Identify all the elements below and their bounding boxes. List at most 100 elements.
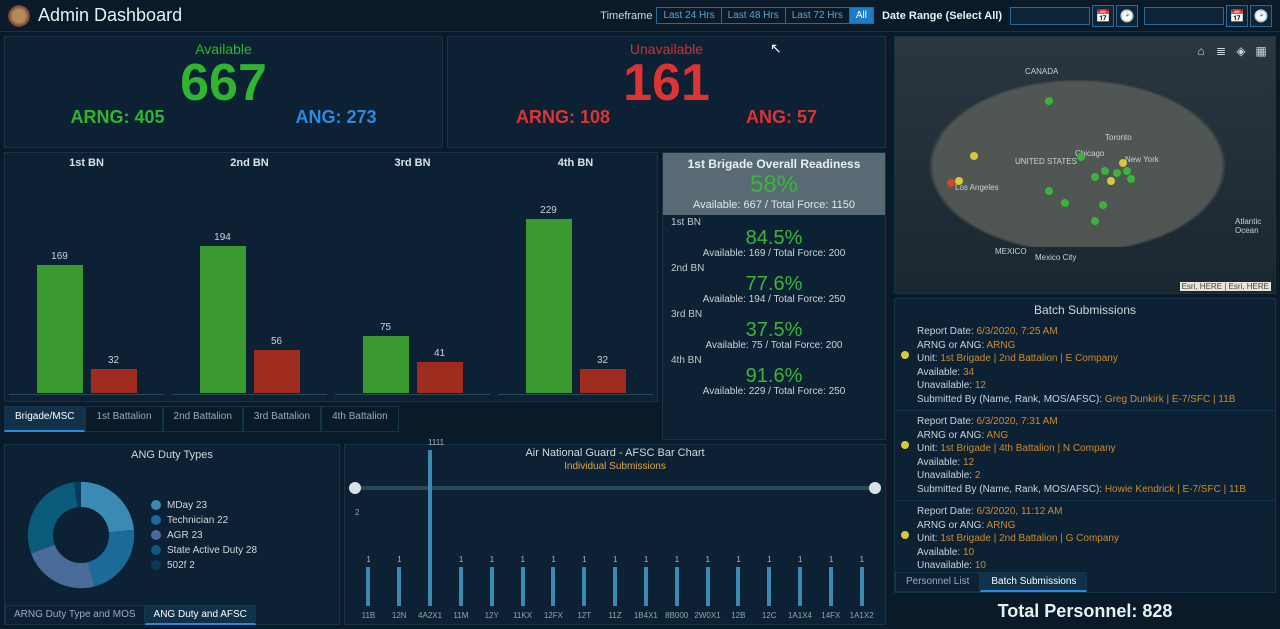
afsc-xlabel: 1A1X4 [785, 611, 816, 620]
map-point-icon[interactable] [1119, 159, 1127, 167]
legend-item: Technician 22 [151, 515, 333, 526]
status-dot-icon [901, 441, 909, 449]
legend-item: MDay 23 [151, 500, 333, 511]
donut-panel: ANG Duty Types MDay 23 Technician 22 AGR… [4, 444, 340, 625]
time-icon[interactable]: 🕑 [1116, 5, 1138, 27]
afsc-bar [767, 567, 771, 606]
afsc-xlabel: 12C [754, 611, 785, 620]
donut-tabs: ARNG Duty Type and MOSANG Duty and AFSC [5, 605, 339, 625]
map-credit: Esri, HERE | Esri, HERE [1180, 282, 1271, 291]
timeframe-label: Timeframe [600, 10, 652, 22]
app-logo-icon [8, 5, 30, 27]
map-point-icon[interactable] [1077, 153, 1085, 161]
batch-submission-item[interactable]: Report Date: 6/3/2020, 7:31 AM ARNG or A… [895, 411, 1275, 501]
map-point-icon[interactable] [1091, 217, 1099, 225]
date-range-start-input[interactable] [1010, 7, 1090, 25]
donut-tab[interactable]: ARNG Duty Type and MOS [5, 605, 145, 625]
batch-title: Batch Submissions [895, 299, 1275, 321]
date-range-end-input[interactable] [1144, 7, 1224, 25]
map-point-icon[interactable] [1113, 169, 1121, 177]
map-point-icon[interactable] [1099, 201, 1107, 209]
donut-slice [81, 482, 134, 533]
calendar-icon[interactable]: 📅 [1092, 5, 1114, 27]
map-point-icon[interactable] [955, 177, 963, 185]
unavailable-value: 161 [448, 57, 885, 109]
available-arng: ARNG: 405 [70, 107, 164, 128]
afsc-xlabel: 2W0X1 [692, 611, 723, 620]
bar: 56 [254, 350, 300, 393]
afsc-xlabel: 1B4X1 [630, 611, 661, 620]
map-label: Mexico City [1035, 253, 1076, 262]
legend-swatch-icon [151, 515, 161, 525]
afsc-bar [829, 567, 833, 606]
afsc-xlabel: 12B [723, 611, 754, 620]
map-panel[interactable]: ⌂ ≣ ◈ ▦ CANADAUNITED STATESTorontoChicag… [894, 36, 1276, 294]
battalion-tab[interactable]: 3rd Battalion [243, 406, 321, 432]
donut-slice [31, 545, 94, 589]
batch-submission-item[interactable]: Report Date: 6/3/2020, 7:25 AM ARNG or A… [895, 321, 1275, 411]
battalion-tab[interactable]: 2nd Battalion [163, 406, 243, 432]
legend-item: AGR 23 [151, 530, 333, 541]
map-point-icon[interactable] [1101, 167, 1109, 175]
top-bar: Admin Dashboard Timeframe Last 24 HrsLas… [0, 0, 1280, 32]
afsc-xlabel: 11Z [600, 611, 631, 620]
timeframe-button[interactable]: Last 72 Hrs [786, 8, 850, 23]
right-panel-tab[interactable]: Personnel List [895, 572, 980, 592]
bn-facet-title: 1st BN [5, 157, 168, 169]
afsc-bar [521, 567, 525, 606]
calendar-icon[interactable]: 📅 [1226, 5, 1248, 27]
legend-icon[interactable]: ≣ [1213, 43, 1229, 59]
bar: 75 [363, 336, 409, 393]
afsc-bar [551, 567, 555, 606]
map-point-icon[interactable] [1127, 175, 1135, 183]
bn-facet-title: 4th BN [494, 157, 657, 169]
map-point-icon[interactable] [947, 179, 955, 187]
map-point-icon[interactable] [1061, 199, 1069, 207]
timeframe-button[interactable]: All [850, 8, 873, 23]
afsc-xlabel: 8B000 [661, 611, 692, 620]
afsc-xlabel: 14FX [815, 611, 846, 620]
available-ang: ANG: 273 [295, 107, 376, 128]
map-label: MEXICO [995, 247, 1027, 256]
bar: 32 [91, 369, 137, 393]
readiness-row: 3rd BN 37.5% Available: 75 / Total Force… [663, 307, 885, 353]
map-point-icon[interactable] [1045, 187, 1053, 195]
map-label: CANADA [1025, 67, 1058, 76]
readiness-percent: 58% [669, 171, 879, 199]
available-panel: Available 667 ARNG: 405 ANG: 273 [4, 36, 443, 148]
donut-tab[interactable]: ANG Duty and AFSC [145, 605, 256, 625]
afsc-bar [736, 567, 740, 606]
map-point-icon[interactable] [1091, 173, 1099, 181]
map-label: New York [1125, 155, 1159, 164]
time-icon[interactable]: 🕑 [1250, 5, 1272, 27]
afsc-bar [397, 567, 401, 606]
total-personnel: Total Personnel: 828 [894, 597, 1276, 625]
right-panel-tab[interactable]: Batch Submissions [980, 572, 1087, 592]
afsc-bar [798, 567, 802, 606]
battalion-tab[interactable]: 1st Battalion [85, 406, 162, 432]
batch-submission-item[interactable]: Report Date: 6/3/2020, 11:12 AM ARNG or … [895, 501, 1275, 572]
afsc-xlabel: 12Y [476, 611, 507, 620]
right-tabs: Personnel ListBatch Submissions [895, 572, 1275, 592]
map-point-icon[interactable] [1123, 167, 1131, 175]
battalion-tabs: Brigade/MSC1st Battalion2nd Battalion3rd… [4, 406, 658, 432]
unavailable-panel: Unavailable 161 ARNG: 108 ANG: 57 [447, 36, 886, 148]
basemap-icon[interactable]: ▦ [1253, 43, 1269, 59]
map-point-icon[interactable] [1107, 177, 1115, 185]
map-point-icon[interactable] [1045, 97, 1053, 105]
afsc-bar [366, 567, 370, 606]
afsc-bar [644, 567, 648, 606]
home-icon[interactable]: ⌂ [1193, 43, 1209, 59]
readiness-row: 1st BN 84.5% Available: 169 / Total Forc… [663, 215, 885, 261]
map-point-icon[interactable] [970, 152, 978, 160]
battalion-tab[interactable]: 4th Battalion [321, 406, 399, 432]
afsc-xlabel: 1A1X2 [846, 611, 877, 620]
timeframe-button[interactable]: Last 48 Hrs [722, 8, 786, 23]
bar: 194 [200, 246, 246, 393]
legend-swatch-icon [151, 545, 161, 555]
layers-icon[interactable]: ◈ [1233, 43, 1249, 59]
battalion-tab[interactable]: Brigade/MSC [4, 406, 85, 432]
timeframe-button[interactable]: Last 24 Hrs [657, 8, 721, 23]
afsc-bar [860, 567, 864, 606]
donut-slice [28, 482, 78, 553]
